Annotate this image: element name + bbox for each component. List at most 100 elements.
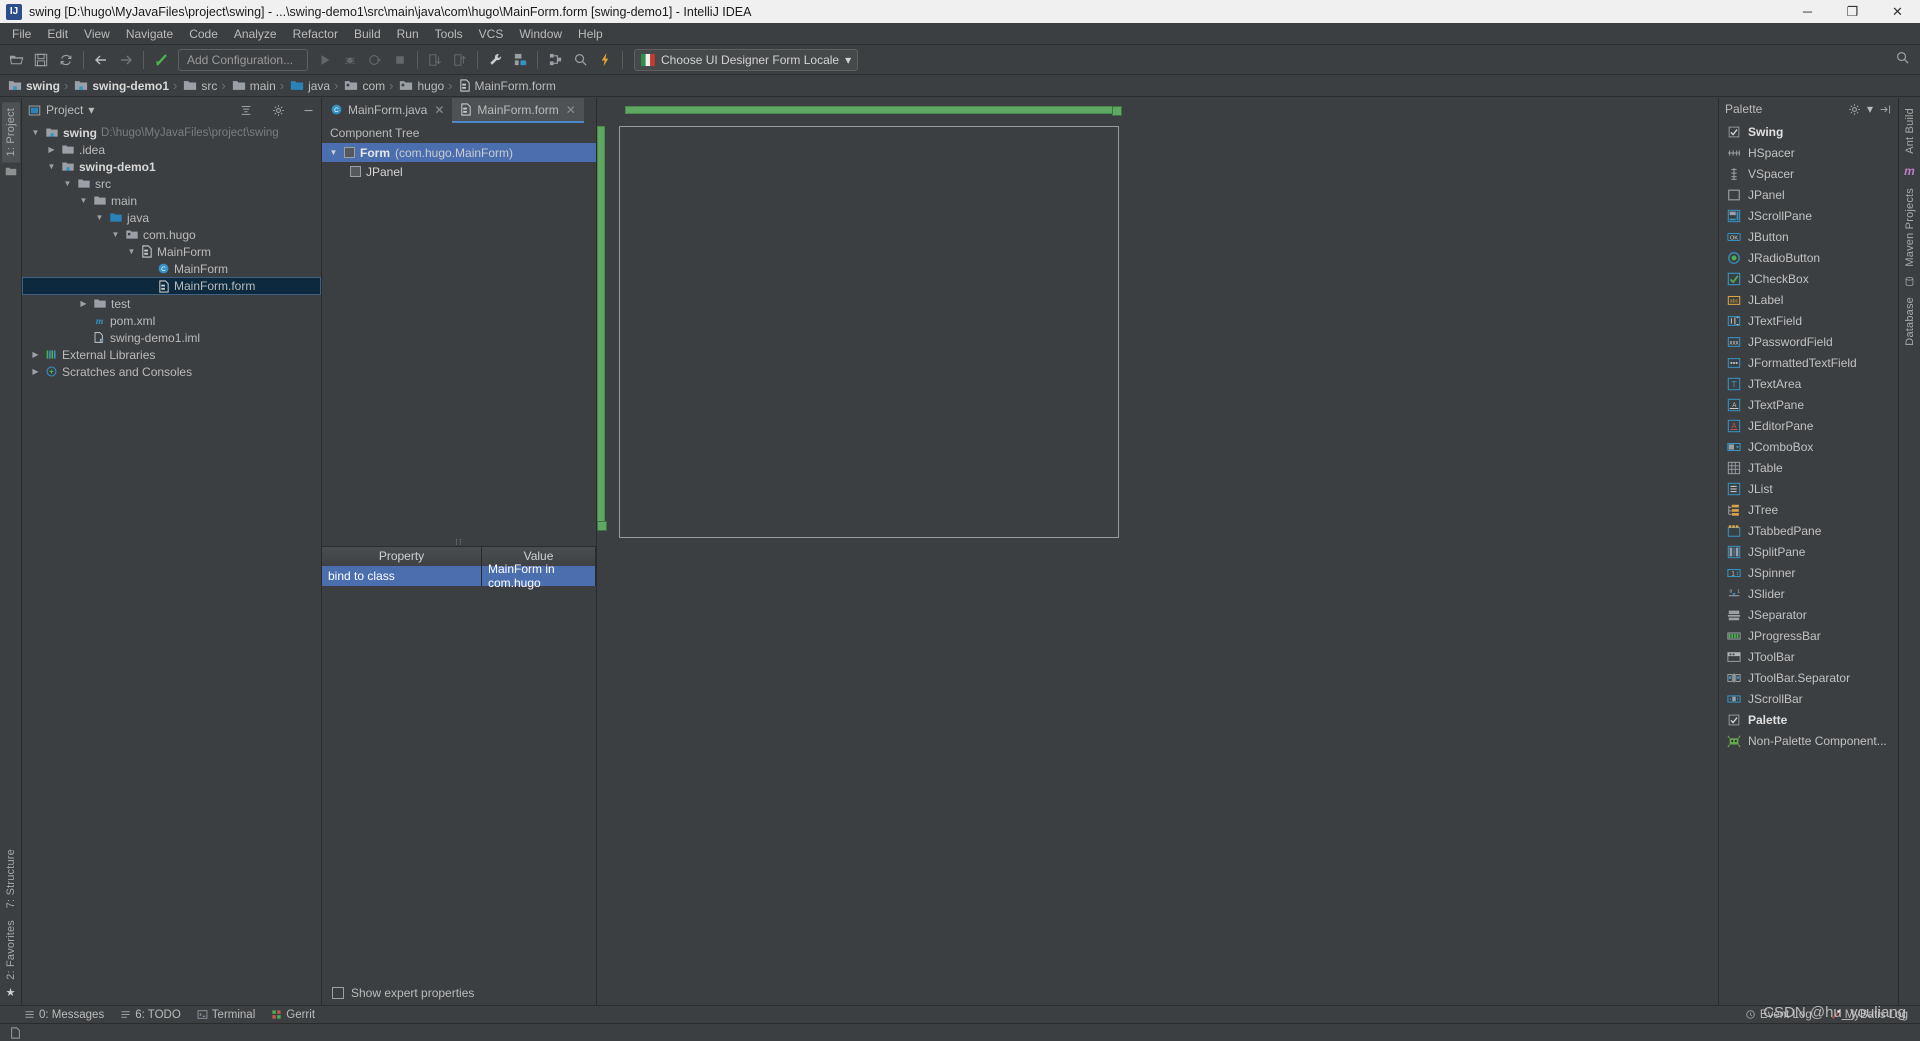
palette-item-jlabel[interactable]: abc JLabel — [1719, 289, 1898, 310]
project-tree-row[interactable]: m pom.xml — [22, 312, 321, 329]
palette-item-nonpalettecomponent[interactable]: Non-Palette Component... — [1719, 730, 1898, 751]
form-preview-area[interactable] — [619, 126, 1119, 538]
breadcrumb-item-mainform-form[interactable]: MainForm.form — [455, 79, 558, 93]
project-tree-row[interactable]: swing-demo1.iml — [22, 329, 321, 346]
project-tree-row[interactable]: ▶ External Libraries — [22, 346, 321, 363]
show-expert-properties-checkbox[interactable]: Show expert properties — [322, 981, 596, 1005]
chevron-right-icon[interactable]: ▶ — [30, 350, 41, 359]
update-project-icon[interactable] — [423, 48, 447, 72]
palette-item-vspacer[interactable]: VSpacer — [1719, 163, 1898, 184]
debug-icon[interactable] — [338, 48, 362, 72]
menu-file[interactable]: File — [4, 25, 39, 43]
palette-item-hspacer[interactable]: HSpacer — [1719, 142, 1898, 163]
close-icon[interactable]: ✕ — [434, 103, 444, 117]
close-button[interactable]: ✕ — [1875, 0, 1920, 23]
sidebar-item-project[interactable]: 1: Project — [1, 102, 20, 163]
project-tree-row[interactable]: ▼ java — [22, 209, 321, 226]
menu-vcs[interactable]: VCS — [471, 25, 512, 43]
chevron-down-icon[interactable]: ▼ — [46, 162, 57, 171]
palette-item-jprogressbar[interactable]: JProgressBar — [1719, 625, 1898, 646]
maximize-button[interactable]: ❐ — [1830, 0, 1875, 23]
breadcrumb-item-swing-demo1[interactable]: swing-demo1 — [70, 79, 171, 93]
palette-item-jspinner[interactable]: 1 JSpinner — [1719, 562, 1898, 583]
run-with-coverage-icon[interactable] — [363, 48, 387, 72]
palette-item-jradiobutton[interactable]: JRadioButton — [1719, 247, 1898, 268]
palette-item-jbutton[interactable]: OK JButton — [1719, 226, 1898, 247]
component-tree-body[interactable]: ▼ Form (com.hugo.MainForm) JPanel — [322, 143, 596, 539]
breadcrumb-item-swing[interactable]: swing — [4, 79, 62, 93]
chevron-right-icon[interactable]: ▶ — [46, 145, 57, 154]
menu-edit[interactable]: Edit — [39, 25, 76, 43]
gear-icon[interactable] — [1848, 103, 1861, 116]
palette-item-jtabbedpane[interactable]: JTabbedPane — [1719, 520, 1898, 541]
chevron-down-icon[interactable]: ▼ — [110, 230, 121, 239]
ruler-handle-right[interactable] — [1112, 106, 1122, 116]
minimize-button[interactable]: ─ — [1785, 0, 1830, 23]
palette-item-jsplitpane[interactable]: JSplitPane — [1719, 541, 1898, 562]
palette-item-jcombobox[interactable]: JComboBox — [1719, 436, 1898, 457]
lightning-action-icon[interactable] — [593, 48, 617, 72]
bottom-item-messages[interactable]: 0: Messages — [24, 1009, 104, 1021]
checkbox-checked-icon[interactable] — [1727, 713, 1741, 727]
save-all-icon[interactable] — [29, 48, 53, 72]
sync-refresh-icon[interactable] — [54, 48, 78, 72]
palette-group-swing[interactable]: Swing — [1719, 121, 1898, 142]
sidebar-item-maven-projects[interactable]: Maven Projects — [1901, 182, 1919, 273]
menu-refactor[interactable]: Refactor — [285, 25, 346, 43]
sidebar-item-ant-build[interactable]: Ant Build — [1901, 102, 1919, 160]
component-tree-row-form[interactable]: ▼ Form (com.hugo.MainForm) — [322, 143, 596, 162]
menu-navigate[interactable]: Navigate — [118, 25, 181, 43]
menu-help[interactable]: Help — [570, 25, 611, 43]
chevron-down-icon[interactable]: ▼ — [94, 213, 105, 222]
project-tree-row[interactable]: ▼ swing-demo1 — [22, 158, 321, 175]
breadcrumb-item-java[interactable]: java — [286, 79, 332, 93]
chevron-down-icon[interactable]: ▼ — [328, 148, 339, 157]
bottom-item-gerrit[interactable]: Gerrit — [271, 1009, 315, 1021]
palette-item-jcheckbox[interactable]: JCheckBox — [1719, 268, 1898, 289]
project-tree-row[interactable]: ▶ .idea — [22, 141, 321, 158]
palette-item-jseparator[interactable]: JSeparator — [1719, 604, 1898, 625]
palette-item-jtoolbarseparator[interactable]: JToolBar.Separator — [1719, 667, 1898, 688]
chevron-right-icon[interactable]: ▶ — [78, 299, 89, 308]
vertical-resize-ruler[interactable] — [597, 126, 607, 531]
palette-item-jslider[interactable]: 0 1 JSlider — [1719, 583, 1898, 604]
commit-icon[interactable] — [448, 48, 472, 72]
palette-item-jpanel[interactable]: JPanel — [1719, 184, 1898, 205]
sidebar-item-favorites[interactable]: 2: Favorites — [2, 914, 20, 986]
palette-item-jtoolbar[interactable]: JToolBar — [1719, 646, 1898, 667]
ui-designer-locale-button[interactable]: Choose UI Designer Form Locale ▾ — [634, 48, 859, 71]
toolbar-search-icon[interactable] — [1895, 50, 1910, 65]
component-tree-row-jpanel[interactable]: JPanel — [322, 162, 596, 181]
palette-group-palette[interactable]: Palette — [1719, 709, 1898, 730]
collapse-all-icon[interactable] — [239, 103, 253, 117]
chevron-right-icon[interactable]: ▶ — [30, 367, 41, 376]
palette-item-jtextpane[interactable]: A JTextPane — [1719, 394, 1898, 415]
chevron-down-icon[interactable]: ▾ — [1867, 102, 1873, 116]
project-tree-row[interactable]: C MainForm — [22, 260, 321, 277]
hide-icon[interactable] — [302, 104, 315, 117]
palette-list[interactable]: Swing HSpacer VSpacer JPanel JScrollPane OK JB… — [1719, 120, 1898, 1005]
back-arrow-icon[interactable] — [89, 48, 113, 72]
document-icon[interactable] — [10, 1026, 21, 1039]
project-structure-icon[interactable] — [508, 48, 532, 72]
project-tree[interactable]: ▼ swing D:\hugo\MyJavaFiles\project\swing ▶… — [22, 122, 321, 1005]
structure-layout-icon[interactable] — [543, 48, 567, 72]
breadcrumb-item-src[interactable]: src — [179, 79, 219, 93]
sidebar-item-structure[interactable]: 7: Structure — [2, 843, 20, 914]
palette-item-jformattedtextfield[interactable]: JFormattedTextField — [1719, 352, 1898, 373]
project-tree-row[interactable]: MainForm.form — [22, 277, 321, 295]
add-configuration-button[interactable]: Add Configuration... — [178, 48, 308, 71]
chevron-down-icon[interactable]: ▼ — [126, 247, 137, 256]
breadcrumb-item-main[interactable]: main — [228, 79, 278, 93]
checkbox-icon[interactable] — [332, 987, 344, 999]
menu-code[interactable]: Code — [181, 25, 226, 43]
property-value[interactable]: MainForm in com.hugo — [482, 562, 596, 590]
tab-mainform-form[interactable]: MainForm.form ✕ — [452, 98, 584, 123]
sidebar-item-database[interactable]: Database — [1901, 291, 1919, 352]
panel-splitter[interactable]: ⁝⁝ — [322, 537, 596, 547]
close-icon[interactable]: ✕ — [566, 103, 576, 117]
ruler-handle-bottom[interactable] — [597, 521, 607, 531]
menu-window[interactable]: Window — [511, 25, 570, 43]
chevron-down-icon[interactable]: ▼ — [30, 128, 41, 137]
palette-item-jscrollpane[interactable]: JScrollPane — [1719, 205, 1898, 226]
